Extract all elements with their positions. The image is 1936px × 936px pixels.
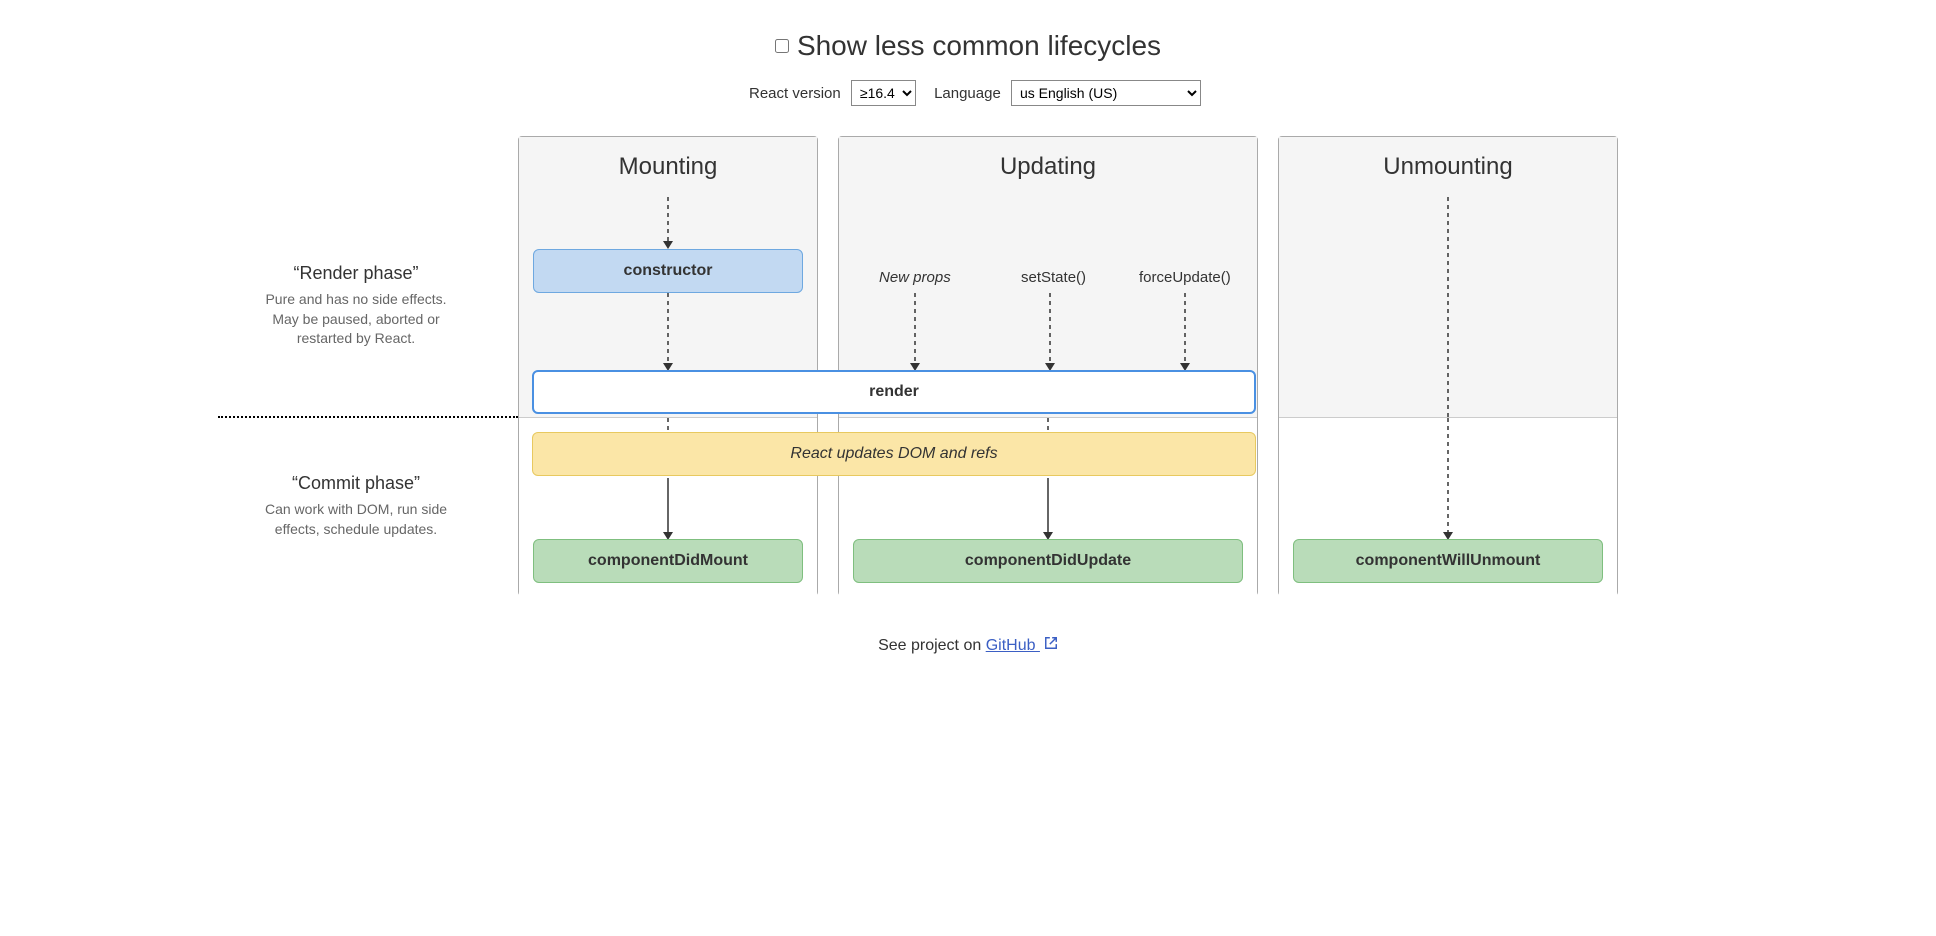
language-select[interactable]: us English (US) <box>1011 80 1201 106</box>
render-phase-title: “Render phase” <box>293 263 418 284</box>
node-constructor[interactable]: constructor <box>533 249 803 293</box>
render-phase-sub: Pure and has no side effects. May be pau… <box>256 290 456 349</box>
commit-phase-label: “Commit phase” Can work with DOM, run si… <box>218 416 518 596</box>
react-version-select[interactable]: ≥16.4 <box>851 80 916 106</box>
node-did-mount[interactable]: componentDidMount <box>533 539 803 583</box>
commit-phase-title: “Commit phase” <box>292 473 420 494</box>
footer: See project on GitHub <box>218 636 1718 655</box>
node-did-update[interactable]: componentDidUpdate <box>853 539 1243 583</box>
column-mounting: Mounting constructor <box>518 136 818 596</box>
language-label: Language <box>934 85 1001 102</box>
lifecycle-diagram: “Render phase” Pure and has no side effe… <box>218 136 1718 596</box>
column-updating: Updating New props setState() forceUpdat… <box>838 136 1258 596</box>
checkbox-label: Show less common lifecycles <box>797 30 1161 62</box>
node-will-unmount[interactable]: componentWillUnmount <box>1293 539 1603 583</box>
node-render[interactable]: render <box>532 370 1256 414</box>
show-less-common-checkbox[interactable] <box>775 39 789 53</box>
trigger-new-props: New props <box>879 269 951 286</box>
column-mounting-header: Mounting <box>519 137 817 197</box>
commit-phase-sub: Can work with DOM, run side effects, sch… <box>256 500 456 539</box>
github-link[interactable]: GitHub <box>986 637 1058 654</box>
trigger-forceupdate: forceUpdate() <box>1139 269 1231 286</box>
column-unmounting-header: Unmounting <box>1279 137 1617 197</box>
external-link-icon <box>1044 636 1058 655</box>
toggle-less-common[interactable]: Show less common lifecycles <box>775 30 1161 62</box>
column-updating-header: Updating <box>839 137 1257 197</box>
column-unmounting: Unmounting componentWillUnmount <box>1278 136 1618 596</box>
footer-prefix: See project on <box>878 637 986 654</box>
render-phase-label: “Render phase” Pure and has no side effe… <box>218 196 518 416</box>
react-version-label: React version <box>749 85 841 102</box>
node-dom-update: React updates DOM and refs <box>532 432 1256 476</box>
trigger-setstate: setState() <box>1021 269 1086 286</box>
